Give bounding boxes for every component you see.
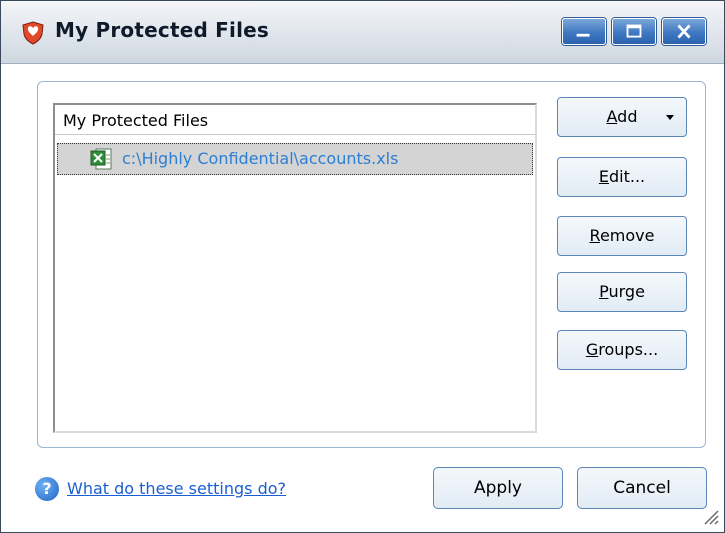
- purge-button-label: urge: [608, 282, 645, 301]
- add-button-label: dd: [617, 107, 638, 126]
- list-header-label: My Protected Files: [63, 111, 209, 130]
- cancel-button[interactable]: Cancel: [577, 467, 707, 509]
- maximize-icon: [626, 24, 642, 38]
- add-button[interactable]: Add: [557, 97, 687, 137]
- close-icon: [677, 24, 691, 39]
- remove-button-mnemonic: R: [589, 226, 600, 245]
- dropdown-arrow-icon: [666, 115, 674, 120]
- help-link[interactable]: What do these settings do?: [67, 479, 286, 498]
- edit-button[interactable]: Edit...: [557, 157, 687, 197]
- add-button-mnemonic: A: [606, 107, 618, 126]
- protected-files-list[interactable]: My Protected Files c:\Highly Confidentia…: [53, 103, 537, 433]
- close-button[interactable]: [662, 18, 706, 45]
- edit-button-label: dit...: [608, 167, 646, 186]
- purge-button[interactable]: Purge: [557, 272, 687, 312]
- remove-button[interactable]: Remove: [557, 216, 687, 256]
- maximize-button[interactable]: [612, 18, 656, 45]
- list-item[interactable]: c:\Highly Confidential\accounts.xls: [57, 143, 533, 175]
- help-icon[interactable]: ?: [35, 477, 59, 501]
- groups-button[interactable]: Groups...: [557, 330, 687, 370]
- minimize-button[interactable]: [562, 18, 606, 45]
- apply-button[interactable]: Apply: [433, 467, 563, 509]
- excel-file-icon: [90, 148, 112, 170]
- remove-button-label: emove: [599, 226, 655, 245]
- list-header: My Protected Files: [55, 105, 535, 135]
- minimize-icon: [576, 33, 590, 37]
- shield-heart-icon: [22, 21, 44, 45]
- window-title: My Protected Files: [55, 18, 269, 42]
- window-controls: [562, 18, 712, 45]
- edit-button-mnemonic: E: [598, 167, 609, 186]
- dialog-window: My Protected Files My Protected Files c:…: [0, 0, 725, 533]
- title-bar[interactable]: My Protected Files: [1, 1, 724, 64]
- groups-button-mnemonic: G: [585, 340, 599, 359]
- file-path: c:\Highly Confidential\accounts.xls: [122, 149, 399, 168]
- resize-grip-icon[interactable]: [701, 507, 719, 525]
- groups-button-label: roups...: [598, 340, 659, 359]
